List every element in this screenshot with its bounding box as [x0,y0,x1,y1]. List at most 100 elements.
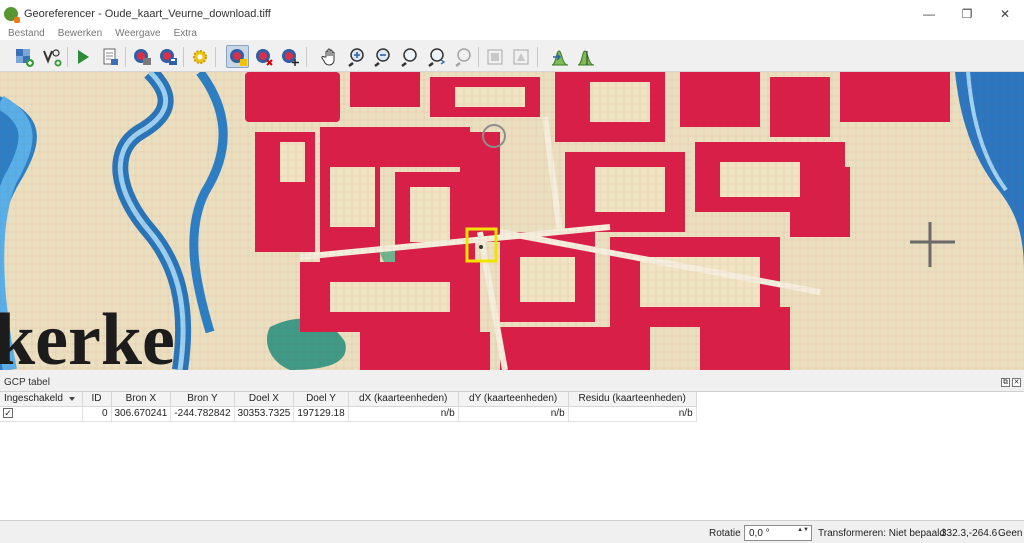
residual-cell: n/b [568,406,697,422]
dest-y-cell[interactable]: 197129.18 [293,406,349,422]
gcp-table-area: Ingeschakeld ID Bron X Bron Y Doel X Doe… [0,391,1024,520]
id-cell: 0 [82,406,112,422]
add-point-icon [229,48,247,66]
save-gcp-icon [159,48,177,65]
source-y-cell[interactable]: -244.782842 [170,406,235,422]
zoom-in-button[interactable] [344,45,367,68]
title-bar: Georeferencer - Oude_kaart_Veurne_downlo… [0,0,1024,27]
menu-bar: Bestand Bewerken Weergave Extra [0,26,1024,40]
load-gcp-icon [133,48,151,65]
dy-cell: n/b [458,406,569,422]
rotation-value[interactable]: 0,0 ° [749,528,770,539]
column-enabled[interactable]: Ingeschakeld [0,392,83,407]
map-canvas[interactable]: kerke [0,72,1024,370]
move-point-button[interactable] [278,45,301,68]
window-controls: — ❐ ✕ [910,0,1024,27]
source-x-cell[interactable]: 306.670241 [111,406,172,422]
settings-button[interactable] [188,45,211,68]
settings-icon [192,49,207,64]
add-point-button[interactable] [226,45,249,68]
link-georef-button[interactable] [484,45,507,68]
delete-point-icon [255,48,273,66]
enabled-cell[interactable]: ✓ [0,406,83,422]
column-id[interactable]: ID [82,392,112,407]
load-gcp-button[interactable] [130,45,153,68]
status-bar: Rotatie 0,0 ° ▲▼ Transformeren: Niet bep… [0,520,1024,543]
link-qgis-icon [513,49,528,64]
toolbar-separator [125,47,126,67]
column-dx[interactable]: dX (kaarteenheden) [348,392,459,407]
crs-label[interactable]: Geen [998,528,1022,539]
gcp-panel-controls: ⧉ ✕ [1001,378,1021,387]
zoom-to-layer-button[interactable] [397,45,420,68]
pan-icon [320,48,334,66]
toolbar-separator [215,47,216,67]
zoom-last-button[interactable] [424,45,447,68]
minimize-button[interactable]: — [910,0,948,27]
menu-bewerken[interactable]: Bewerken [50,28,107,39]
toolbar-separator [478,47,479,67]
generate-script-icon [103,48,118,65]
table-row[interactable]: ✓ 0 306.670241 -244.782842 30353.7325 19… [0,406,697,422]
generate-script-button[interactable] [98,45,121,68]
link-qgis-button[interactable] [510,45,533,68]
start-georeferencing-button[interactable] [40,45,63,68]
column-dest-x[interactable]: Doel X [234,392,295,407]
start-georeferencing-icon [42,48,61,66]
delete-point-button[interactable] [252,45,275,68]
column-source-y[interactable]: Bron Y [170,392,235,407]
column-dest-y[interactable]: Doel Y [293,392,349,407]
move-point-icon [281,48,299,66]
zoom-next-icon [454,47,471,67]
spin-arrows-icon[interactable]: ▲▼ [797,527,809,533]
local-histogram-icon [577,49,594,65]
column-source-x[interactable]: Bron X [111,392,172,407]
transform-status: Transformeren: Niet bepaald [818,528,945,539]
close-button[interactable]: ✕ [986,0,1024,27]
menu-extra[interactable]: Extra [166,28,202,39]
toolbar-separator [67,47,68,67]
column-dy[interactable]: dY (kaarteenheden) [458,392,569,407]
zoom-layer-icon [400,47,417,67]
float-panel-button[interactable]: ⧉ [1001,378,1010,387]
close-panel-button[interactable]: ✕ [1012,378,1021,387]
toolbar [0,41,1024,72]
full-histogram-button[interactable] [548,45,571,68]
zoom-in-icon [347,47,364,67]
gcp-header-row: Ingeschakeld ID Bron X Bron Y Doel X Doe… [0,392,697,407]
play-icon [77,49,89,64]
historical-map-image: kerke [0,72,1024,370]
gcp-panel-header: GCP tabel ⧉ ✕ [0,376,1024,390]
dx-cell: n/b [348,406,459,422]
zoom-out-icon [373,47,390,67]
pan-button[interactable] [318,45,341,68]
full-histogram-icon [551,49,568,65]
link-georef-icon [487,49,502,64]
local-histogram-button[interactable] [574,45,597,68]
open-raster-icon [15,48,34,67]
gcp-marker-dot [479,245,483,249]
toolbar-separator [537,47,538,67]
open-raster-button[interactable] [12,45,35,68]
zoom-last-icon [427,47,445,67]
dest-x-cell[interactable]: 30353.7325 [234,406,295,422]
sort-arrow-icon [68,396,75,401]
zoom-out-button[interactable] [370,45,393,68]
save-gcp-button[interactable] [156,45,179,68]
window-title: Georeferencer - Oude_kaart_Veurne_downlo… [24,7,271,20]
georeferencer-window: Georeferencer - Oude_kaart_Veurne_downlo… [0,0,1024,543]
column-residual[interactable]: Residu (kaarteenheden) [568,392,697,407]
column-enabled-label: Ingeschakeld [4,393,63,405]
zoom-next-button[interactable] [451,45,474,68]
menu-weergave[interactable]: Weergave [107,28,165,39]
qgis-logo-icon [4,6,20,23]
gcp-panel-title: GCP tabel [4,377,50,388]
rotation-label: Rotatie [709,528,741,539]
start-button[interactable] [71,45,94,68]
map-place-label: kerke [0,299,175,370]
menu-bestand[interactable]: Bestand [0,28,50,39]
enabled-checkbox[interactable]: ✓ [3,408,13,418]
coordinate-readout: 332.3,-264.6 [941,528,998,539]
maximize-button[interactable]: ❐ [948,0,986,27]
rotation-spinbox[interactable]: 0,0 ° ▲▼ [744,525,812,541]
